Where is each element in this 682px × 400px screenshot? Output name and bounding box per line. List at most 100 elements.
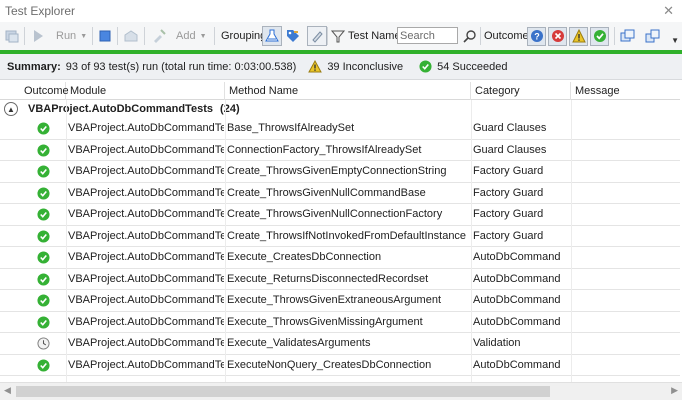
- group-by-category-button[interactable]: [285, 26, 301, 46]
- column-divider: [571, 100, 572, 382]
- category-cell: AutoDbCommand: [473, 315, 561, 328]
- toolbar-overflow-icon[interactable]: ▼: [671, 36, 679, 45]
- run-button[interactable]: [32, 26, 44, 46]
- column-header-method-name[interactable]: Method Name: [225, 82, 471, 100]
- go-to-button[interactable]: [123, 26, 139, 46]
- toolbar-separator: [24, 27, 25, 45]
- category-cell: Guard Clauses: [473, 122, 547, 134]
- table-row[interactable]: VBAProject.AutoDbCommandTests ExecuteNonQ…: [0, 355, 680, 376]
- close-icon[interactable]: ✕: [663, 3, 674, 19]
- stop-icon: [99, 30, 111, 42]
- svg-text:?: ?: [534, 32, 540, 42]
- module-cell: VBAProject.AutoDbCommandTests: [68, 294, 224, 306]
- expand-all-button[interactable]: [620, 26, 636, 46]
- message-cell: [573, 226, 673, 247]
- category-cell: Factory Guard: [473, 229, 544, 242]
- group-row[interactable]: ▲ VBAProject.AutoDbCommandTests (24): [0, 100, 680, 118]
- filter-button[interactable]: [331, 26, 345, 46]
- check-circle-icon: [37, 229, 50, 243]
- table-row[interactable]: VBAProject.AutoDbCommandTests Create_Thro…: [0, 183, 680, 204]
- toolbar-separator: [144, 27, 145, 45]
- outcome-label-wrap: Outcome: [484, 26, 529, 46]
- method-name-cell: Execute_ReturnsDisconnectedRecordset: [227, 272, 429, 285]
- module-cell: VBAProject.AutoDbCommandTests: [68, 186, 224, 199]
- filter-icon: [331, 30, 345, 43]
- table-row[interactable]: VBAProject.AutoDbCommandTests Execute_Ret…: [0, 269, 680, 290]
- table-row[interactable]: VBAProject.AutoDbCommandTests Execute_Val…: [0, 333, 680, 355]
- search-input[interactable]: [397, 27, 458, 44]
- title-bar: Test Explorer ✕: [0, 0, 682, 22]
- method-name-cell: ConnectionFactory_ThrowsIfAlreadySet: [227, 143, 422, 156]
- chevron-down-icon: ▼: [80, 32, 88, 40]
- horizontal-scrollbar[interactable]: ◀ ▶: [0, 382, 682, 400]
- refresh-button[interactable]: [4, 26, 20, 46]
- search-button[interactable]: [463, 26, 477, 46]
- message-cell: [573, 183, 673, 204]
- module-cell: VBAProject.AutoDbCommandTests: [68, 165, 224, 177]
- module-cell: VBAProject.AutoDbCommandTests: [68, 143, 224, 156]
- check-circle-icon: [37, 272, 50, 286]
- table-row[interactable]: VBAProject.AutoDbCommandTests ConnectionF…: [0, 140, 680, 161]
- group-name: VBAProject.AutoDbCommandTests (24): [28, 103, 240, 115]
- run-dropdown[interactable]: Run ▼: [56, 26, 87, 46]
- test-rows: VBAProject.AutoDbCommandTests Base_Throws…: [0, 118, 680, 376]
- stop-button[interactable]: [99, 26, 111, 46]
- filter-unknown-toggle[interactable]: ?: [527, 26, 546, 46]
- grouping-toggle-wrap: [262, 26, 282, 46]
- filter-inconclusive-toggle[interactable]: [569, 26, 588, 46]
- module-cell: VBAProject.AutoDbCommandTests: [68, 229, 224, 242]
- table-row[interactable]: VBAProject.AutoDbCommandTests Create_Thro…: [0, 226, 680, 247]
- module-cell: VBAProject.AutoDbCommandTests: [68, 251, 224, 263]
- table-row[interactable]: VBAProject.AutoDbCommandTests Base_Throws…: [0, 118, 680, 140]
- message-cell: [573, 290, 673, 311]
- grouping-label: Grouping: [221, 30, 267, 42]
- scrollbar-thumb[interactable]: [16, 386, 550, 397]
- collapse-all-button[interactable]: [645, 26, 661, 46]
- table-row[interactable]: VBAProject.AutoDbCommandTests Create_Thro…: [0, 161, 680, 183]
- filter-failed-toggle[interactable]: [548, 26, 567, 46]
- column-header-category[interactable]: Category: [471, 82, 571, 100]
- filter-succeeded-toggle[interactable]: [590, 26, 609, 46]
- category-cell: Factory Guard: [473, 186, 544, 199]
- group-name-text: VBAProject.AutoDbCommandTests: [28, 103, 213, 115]
- group-by-outcome-toggle[interactable]: [262, 26, 282, 46]
- collapse-icon[interactable]: ▲: [4, 102, 18, 116]
- run-label: Run: [56, 30, 77, 42]
- add-label: Add: [176, 30, 196, 42]
- column-header-outcome[interactable]: Outcome: [20, 82, 69, 100]
- check-circle-icon: [37, 122, 50, 135]
- category-cell: Guard Clauses: [473, 143, 547, 156]
- category-cell: AutoDbCommand: [473, 358, 561, 371]
- scroll-right-icon[interactable]: ▶: [671, 385, 678, 396]
- add-dropdown[interactable]: Add ▼: [176, 26, 207, 46]
- method-name-cell: Execute_ValidatesArguments: [227, 337, 371, 349]
- column-divider: [471, 100, 472, 382]
- check-circle-icon: [37, 251, 50, 264]
- module-cell: VBAProject.AutoDbCommandTests: [68, 208, 224, 220]
- add-icon-button[interactable]: [151, 26, 167, 46]
- column-header-message[interactable]: Message: [571, 82, 680, 100]
- expand-all-icon: [620, 29, 635, 42]
- group-by-location-button[interactable]: [307, 26, 327, 46]
- check-circle-icon: [37, 358, 50, 372]
- table-row[interactable]: VBAProject.AutoDbCommandTests Execute_Cre…: [0, 247, 680, 269]
- test-name-label: Test Name: [348, 30, 401, 42]
- outcome-filter-wrap: [590, 26, 609, 46]
- summary-run-text: 93 of 93 test(s) run (total run time: 0:…: [65, 60, 297, 73]
- table-row[interactable]: VBAProject.AutoDbCommandTests Execute_Thr…: [0, 290, 680, 312]
- group-by-location-toggle[interactable]: [307, 26, 327, 46]
- message-cell: [573, 140, 673, 161]
- method-name-cell: Base_ThrowsIfAlreadySet: [227, 122, 355, 134]
- message-cell: [573, 118, 673, 139]
- method-name-cell: ExecuteNonQuery_CreatesDbConnection: [227, 358, 432, 371]
- error-icon: [551, 30, 564, 42]
- summary-succeeded: 54 Succeeded: [419, 60, 507, 73]
- summary-inconclusive: 39 Inconclusive: [308, 60, 403, 73]
- column-header-module[interactable]: Module: [66, 82, 225, 100]
- table-row[interactable]: VBAProject.AutoDbCommandTests Create_Thro…: [0, 204, 680, 226]
- method-name-cell: Create_ThrowsGivenEmptyConnectionString: [227, 165, 447, 177]
- scroll-left-icon[interactable]: ◀: [4, 385, 11, 396]
- check-circle-icon: [37, 186, 50, 200]
- method-name-cell: Create_ThrowsGivenNullCommandBase: [227, 186, 426, 199]
- table-row[interactable]: VBAProject.AutoDbCommandTests Execute_Thr…: [0, 312, 680, 333]
